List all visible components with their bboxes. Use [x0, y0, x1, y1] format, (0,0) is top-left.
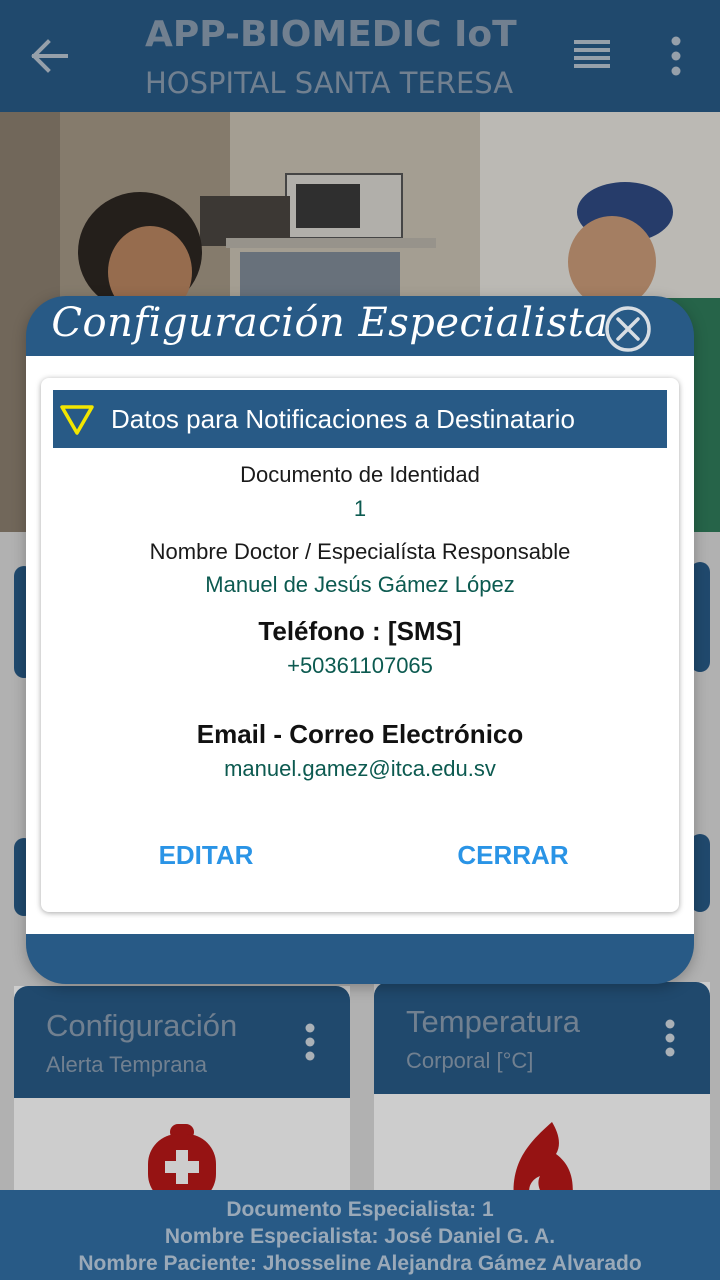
card-subtitle: Alerta Temprana	[46, 1052, 208, 1077]
card-subtitle: Corporal [°C]	[406, 1048, 534, 1073]
footer-specialist-name: Nombre Especialista: José Daniel G. A.	[164, 1225, 556, 1248]
flame-icon	[513, 1122, 573, 1200]
app-bar: APP-BIOMEDIC IoT HOSPITAL SANTA TERESA	[0, 0, 720, 112]
warning-triangle-icon	[60, 405, 94, 435]
specialist-config-dialog: Configuración Especialista Datos para No…	[26, 296, 694, 984]
more-vert-icon[interactable]	[664, 34, 688, 78]
footer-info: Documento Especialista: 1 Nombre Especia…	[0, 1190, 720, 1280]
more-vert-icon[interactable]	[304, 1022, 316, 1062]
close-icon[interactable]	[604, 305, 652, 353]
section-header: Datos para Notificaciones a Destinatario	[53, 390, 667, 448]
more-vert-icon[interactable]	[664, 1018, 676, 1058]
footer-patient-name: Nombre Paciente: Jhosseline Alejandra Gá…	[78, 1252, 642, 1275]
doctor-value: Manuel de Jesús Gámez López	[205, 572, 515, 597]
section-title: Datos para Notificaciones a Destinatario	[111, 404, 575, 434]
card-config-alert[interactable]: Configuración Alerta Temprana	[14, 986, 350, 1204]
footer-doc-specialist: Documento Especialista: 1	[226, 1198, 494, 1221]
dialog-title: Configuración Especialista	[51, 300, 609, 346]
email-label: Email - Correo Electrónico	[196, 719, 524, 749]
app-subtitle: HOSPITAL SANTA TERESA	[145, 66, 514, 100]
phone-label: Teléfono : [SMS]	[258, 616, 462, 646]
document-label: Documento de Identidad	[240, 462, 480, 487]
list-icon[interactable]	[574, 38, 610, 72]
email-value: manuel.gamez@itca.edu.sv	[224, 756, 496, 781]
app-title: APP-BIOMEDIC IoT	[145, 14, 517, 55]
card-temperature[interactable]: Temperatura Corporal [°C]	[374, 982, 710, 1200]
phone-value: +50361107065	[287, 653, 433, 678]
close-button[interactable]: CERRAR	[445, 830, 581, 880]
document-value: 1	[353, 496, 367, 521]
dialog-body: Datos para Notificaciones a Destinatario…	[26, 356, 694, 934]
card-header: Temperatura Corporal [°C]	[374, 982, 710, 1094]
edit-button[interactable]: EDITAR	[141, 830, 271, 880]
card-title: Configuración	[46, 1008, 238, 1043]
card-title: Temperatura	[406, 1004, 581, 1039]
card-header: Configuración Alerta Temprana	[14, 986, 350, 1098]
arrow-back-icon[interactable]	[26, 32, 70, 80]
notification-data-card: Datos para Notificaciones a Destinatario…	[41, 378, 679, 912]
doctor-label: Nombre Doctor / Especialísta Responsable	[149, 539, 571, 564]
